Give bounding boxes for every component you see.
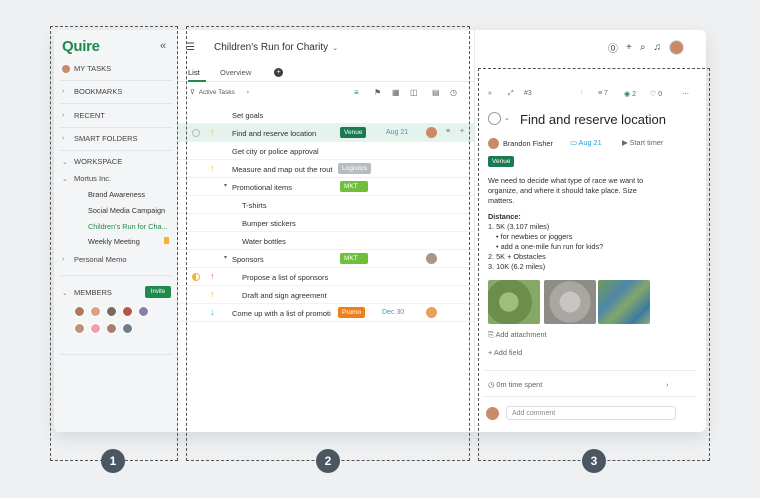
callout-number: 3 bbox=[582, 449, 606, 473]
callout-number: 1 bbox=[101, 449, 125, 473]
callout-frame-list bbox=[186, 26, 470, 461]
callout-frame-detail bbox=[478, 68, 710, 461]
callout-frame-sidebar bbox=[50, 26, 178, 461]
callout-number: 2 bbox=[316, 449, 340, 473]
